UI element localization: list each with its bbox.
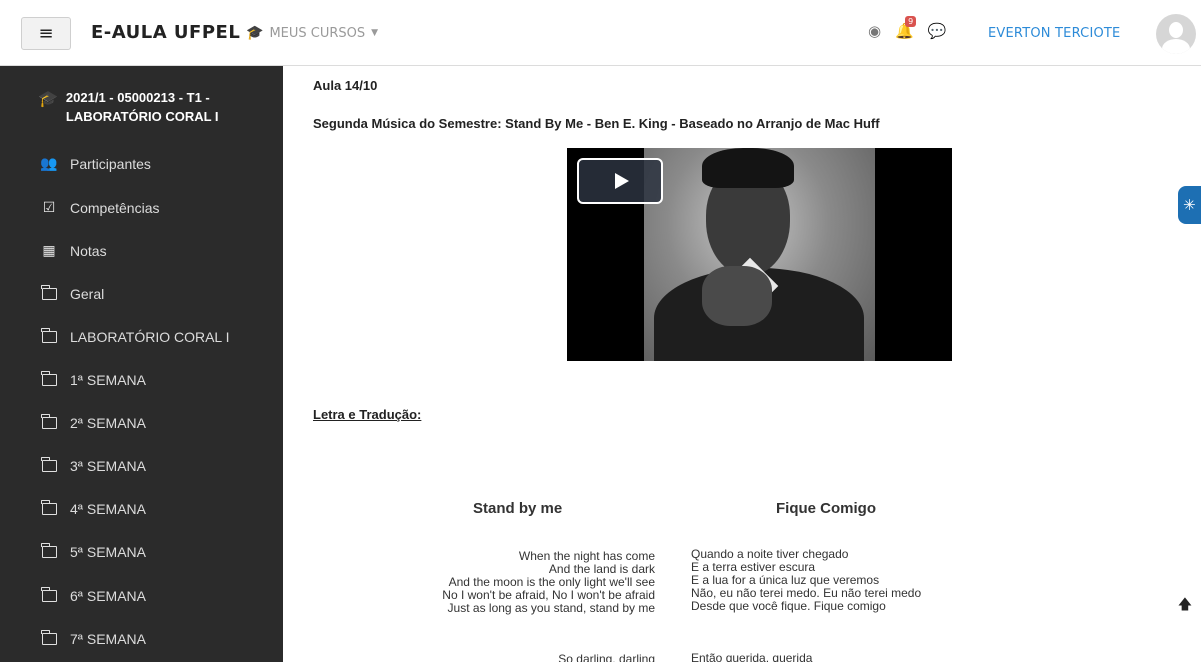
users-icon: 👥: [40, 156, 58, 172]
portuguese-column-title: Fique Comigo: [776, 500, 876, 517]
sidebar-item-label: 2ª SEMANA: [70, 415, 146, 431]
course-sidebar: 🎓 2021/1 - 05000213 - T1 - LABORATÓRIO C…: [0, 66, 283, 662]
accessibility-icon[interactable]: ✳: [1178, 186, 1201, 224]
lyric-line: So darling, darling: [558, 652, 655, 662]
sidebar-item-geral[interactable]: Geral: [40, 282, 104, 306]
sidebar-item-semana-4[interactable]: 4ª SEMANA: [40, 497, 146, 521]
sidebar-item-label: 1ª SEMANA: [70, 372, 146, 388]
sidebar-item-semana-5[interactable]: 5ª SEMANA: [40, 540, 146, 564]
sidebar-item-label: LABORATÓRIO CORAL I: [70, 329, 230, 345]
sidebar-item-laboratorio-coral[interactable]: LABORATÓRIO CORAL I: [40, 325, 229, 349]
sidebar-item-label: 6ª SEMANA: [70, 588, 146, 604]
checkbox-icon: ☑: [42, 200, 56, 216]
folder-icon: [40, 500, 57, 515]
sidebar-item-label: 3ª SEMANA: [70, 458, 146, 474]
sidebar-item-label: Participantes: [70, 156, 151, 172]
play-icon: [615, 173, 629, 189]
my-courses-label: MEUS CURSOS: [269, 25, 366, 41]
sidebar-item-notas[interactable]: ▦ Notas: [40, 239, 107, 263]
folder-icon: [40, 371, 57, 386]
music-title: Segunda Música do Semestre: Stand By Me …: [313, 116, 880, 131]
lyrics-heading: Letra e Tradução:: [313, 407, 422, 422]
lyrics-portuguese-verse-2: Então querida, querida: [691, 652, 991, 662]
my-courses-dropdown[interactable]: 🎓 MEUS CURSOS ▼: [246, 25, 378, 41]
site-brand[interactable]: E-AULA UFPEL: [91, 22, 240, 43]
video-thumbnail: [644, 148, 875, 361]
table-icon: ▦: [42, 243, 56, 259]
graduation-cap-icon: 🎓: [246, 25, 264, 41]
sidebar-item-label: Geral: [70, 286, 105, 302]
sidebar-course-title[interactable]: 🎓 2021/1 - 05000213 - T1 - LABORATÓRIO C…: [38, 88, 268, 126]
notification-badge: 9: [905, 16, 917, 27]
folder-icon: [40, 414, 57, 429]
lyric-line: Então querida, querida: [691, 651, 813, 662]
sidebar-item-label: 5ª SEMANA: [70, 544, 146, 560]
sidebar-item-competencias[interactable]: ☑ Competências: [40, 196, 160, 220]
folder-icon: [40, 630, 57, 645]
sidebar-item-semana-2[interactable]: 2ª SEMANA: [40, 411, 146, 435]
arrow-up-icon[interactable]: 🡅: [1176, 597, 1194, 615]
bell-icon[interactable]: 🔔 9: [895, 16, 917, 40]
english-column-title: Stand by me: [473, 500, 563, 517]
folder-icon: [40, 543, 57, 558]
folder-icon: [40, 587, 57, 602]
sidebar-item-semana-3[interactable]: 3ª SEMANA: [40, 454, 146, 478]
folder-icon: [40, 457, 57, 472]
sidebar-item-label: Notas: [70, 243, 107, 259]
avatar-body: [1162, 39, 1190, 54]
globe-icon[interactable]: ◉: [868, 22, 881, 40]
play-button[interactable]: [577, 158, 663, 204]
lesson-title: Aula 14/10: [313, 78, 378, 93]
sidebar-item-semana-6[interactable]: 6ª SEMANA: [40, 584, 146, 608]
video-player[interactable]: [567, 148, 952, 361]
sidebar-item-semana-7[interactable]: 7ª SEMANA: [40, 627, 146, 651]
avatar-head: [1169, 22, 1183, 38]
sidebar-item-label: Competências: [70, 200, 160, 216]
user-name-link[interactable]: EVERTON TERCIOTE: [988, 26, 1120, 41]
course-name: 2021/1 - 05000213 - T1 - LABORATÓRIO COR…: [65, 90, 219, 124]
lyrics-english-verse-2: So darling, darling: [383, 653, 655, 662]
lyric-line: Desde que você fique. Fique comigo: [691, 599, 886, 613]
lyric-line: Just as long as you stand, stand by me: [447, 601, 655, 615]
sidebar-item-participantes[interactable]: 👥 Participantes: [40, 152, 151, 176]
sidebar-item-semana-1[interactable]: 1ª SEMANA: [40, 368, 146, 392]
sidebar-item-label: 7ª SEMANA: [70, 631, 146, 647]
sidebar-item-label: 4ª SEMANA: [70, 501, 146, 517]
user-avatar-icon[interactable]: [1156, 14, 1196, 54]
main-content: Aula 14/10 Segunda Música do Semestre: S…: [283, 66, 1201, 662]
graduation-cap-icon: 🎓: [38, 89, 58, 108]
navbar-icons: ◉ 🔔 9 💬: [868, 16, 947, 40]
folder-icon: [40, 328, 57, 343]
folder-icon: [40, 285, 57, 300]
hamburger-menu-icon[interactable]: ≡: [21, 17, 71, 50]
lyrics-english-verse-1: When the night has come And the land is …: [383, 550, 655, 615]
lyrics-portuguese-verse-1: Quando a noite tiver chegado E a terra e…: [691, 548, 991, 613]
top-navbar: ≡ E-AULA UFPEL 🎓 MEUS CURSOS ▼ ◉ 🔔 9 💬 EV…: [0, 0, 1201, 66]
caret-down-icon: ▼: [371, 28, 379, 38]
chat-bubble-icon[interactable]: 💬: [928, 22, 947, 40]
